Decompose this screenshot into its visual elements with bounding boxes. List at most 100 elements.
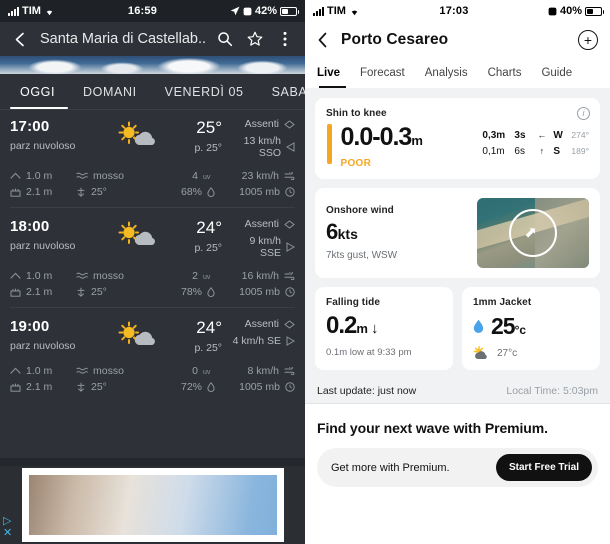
ad-content[interactable] — [22, 468, 284, 542]
tide-label: Falling tide — [326, 297, 380, 308]
swell-compass-dir: W — [553, 129, 563, 141]
pressure-value: 1005 mb — [239, 186, 280, 198]
hour-feels-like: p. 25° — [194, 342, 222, 354]
search-icon[interactable] — [215, 29, 235, 49]
water-temp-number: 25 — [491, 313, 516, 339]
hour-wind-block: Assenti 9 km/h SSE — [226, 218, 295, 259]
wind-card-content: Onshore wind 6kts 7kts gust, WSW ➡ — [326, 198, 589, 268]
water-drop-icon — [207, 187, 215, 197]
hour-row[interactable]: 18:00 parz nuvoloso 24° p. 25° Assenti 9… — [0, 210, 305, 310]
wifi-icon — [349, 7, 360, 16]
active-day-indicator — [10, 106, 68, 109]
sea-state-value: mosso — [93, 170, 124, 182]
tab-charts[interactable]: Charts — [488, 67, 522, 79]
ad-controls: ▷ ✕ — [3, 516, 12, 539]
hour-time-block: 18:00 parz nuvoloso — [10, 218, 108, 252]
swell-direction-value: 25° — [91, 381, 107, 393]
add-spot-button[interactable]: + — [578, 30, 598, 50]
swell-height: 0,1m — [482, 145, 505, 157]
back-icon[interactable] — [317, 32, 329, 48]
hour-details-right: 4 uv 23 km/h 68% 1005 mb — [142, 168, 295, 200]
section-tab-bar: Live Forecast Analysis Charts Guide — [305, 58, 610, 88]
surf-height-card[interactable]: i Shin to knee 0.0-0.3m POOR 0,3m 3s ← W… — [315, 98, 600, 179]
wind-card[interactable]: Onshore wind 6kts 7kts gust, WSW ➡ — [315, 188, 600, 278]
wind-speed-number: 6 — [326, 219, 338, 244]
hour-precipitation: Assenti — [226, 218, 295, 230]
battery-icon — [585, 6, 604, 16]
start-free-trial-button[interactable]: Start Free Trial — [495, 454, 592, 481]
hour-row[interactable]: 17:00 parz nuvoloso 25° p. 25° Assenti 1… — [0, 110, 305, 210]
dual-screenshot-container: TIM 16:59 42% Santa Maria di Castellab..… — [0, 0, 610, 544]
hour-row[interactable]: 19:00 parz nuvoloso 24° p. 25° Assenti 4… — [0, 310, 305, 397]
swell-line: 2.1 m 25° — [10, 284, 142, 300]
wave-icon — [10, 272, 21, 280]
precipitation-icon — [284, 319, 295, 329]
wave-height-line: 1.0 m mosso — [10, 168, 142, 184]
sea-state-icon — [76, 272, 88, 280]
day-tab-bar: OGGI DOMANI VENERDÌ 05 SABATO — [0, 74, 305, 110]
hour-temp-block: 24° p. 25° — [164, 318, 226, 354]
svg-text:uv: uv — [203, 369, 211, 376]
tide-next-low: 0.1m low at 9:33 pm — [326, 347, 412, 358]
tab-guide[interactable]: Guide — [541, 67, 572, 79]
uv-value: 2 — [192, 270, 198, 282]
active-tab-indicator — [319, 85, 346, 88]
page-title: Santa Maria di Castellab... — [40, 31, 205, 47]
wave-height-value: 1.0 m — [26, 270, 53, 282]
hour-feels-like: p. 25° — [194, 142, 222, 154]
advertisement-banner[interactable]: ▷ ✕ — [0, 458, 305, 544]
left-phone-weather-app: TIM 16:59 42% Santa Maria di Castellab..… — [0, 0, 305, 544]
uv-value: 0 — [192, 365, 198, 377]
swell-direction-cell: 25° — [76, 381, 107, 393]
swell-icon — [10, 188, 21, 197]
day-tab-sabato[interactable]: SABATO — [258, 85, 305, 99]
day-tab-domani[interactable]: DOMANI — [69, 85, 151, 99]
pressure-icon — [285, 187, 295, 197]
day-tab-venerdi[interactable]: VENERDÌ 05 — [151, 85, 258, 99]
wind-label: 4 km/h SE — [232, 335, 281, 347]
left-app-bar: Santa Maria di Castellab... — [0, 22, 305, 56]
surf-height-unit: m — [411, 133, 423, 148]
uv-icon: uv — [203, 172, 214, 181]
hour-precipitation: Assenti — [226, 318, 295, 330]
uv-icon: uv — [203, 272, 214, 281]
gust-icon — [284, 367, 295, 375]
wind-direction-icon — [286, 336, 295, 346]
hour-description: parz nuvoloso — [10, 240, 76, 252]
tide-direction-arrow-icon: ↓ — [370, 320, 378, 337]
star-icon[interactable] — [245, 29, 265, 49]
rating-color-bar — [327, 124, 332, 164]
wetsuit-card[interactable]: 1mm Jacket 25°c 27°c — [462, 287, 600, 370]
page-title: Porto Cesareo — [341, 31, 449, 48]
swell-degrees: 274° — [571, 130, 589, 140]
gust-value: 23 km/h — [241, 170, 279, 182]
overflow-menu-icon[interactable] — [275, 29, 295, 49]
swell-height-cell: 2.1 m — [10, 286, 72, 298]
ad-play-icon[interactable]: ▷ — [3, 516, 12, 527]
uv-value: 4 — [192, 170, 198, 182]
hour-wind-block: Assenti 4 km/h SE — [226, 318, 295, 347]
tide-card[interactable]: Falling tide 0.2m ↓ 0.1m low at 9:33 pm — [315, 287, 453, 370]
info-icon[interactable]: i — [577, 107, 590, 120]
wind-direction-map[interactable]: ➡ — [477, 198, 589, 268]
ad-close-icon[interactable]: ✕ — [3, 528, 12, 539]
swell-arrow-icon: ← — [537, 130, 547, 140]
tab-live[interactable]: Live — [317, 67, 340, 79]
swell-height-value: 2.1 m — [26, 381, 53, 393]
swell-arrow-icon: ↑ — [539, 146, 545, 156]
bottom-cards-row: Falling tide 0.2m ↓ 0.1m low at 9:33 pm 1… — [315, 287, 600, 379]
swell-direction-cell: 25° — [76, 186, 107, 198]
hour-temp-block: 25° p. 25° — [164, 118, 226, 154]
humidity-value: 68% — [180, 186, 202, 198]
surf-size-label: Shin to knee — [326, 108, 387, 119]
tab-forecast[interactable]: Forecast — [360, 67, 405, 79]
hour-precipitation: Assenti — [226, 118, 295, 130]
swell-direction-value: 25° — [91, 286, 107, 298]
wind-gust-label: 7kts gust, WSW — [326, 250, 398, 261]
hour-details: 1.0 m mosso — [10, 168, 295, 200]
sun-behind-cloud-icon — [108, 218, 164, 250]
hour-details: 1.0 m mosso — [10, 268, 295, 300]
back-icon[interactable] — [10, 29, 30, 49]
tab-analysis[interactable]: Analysis — [425, 67, 468, 79]
day-tab-oggi[interactable]: OGGI — [6, 85, 69, 99]
